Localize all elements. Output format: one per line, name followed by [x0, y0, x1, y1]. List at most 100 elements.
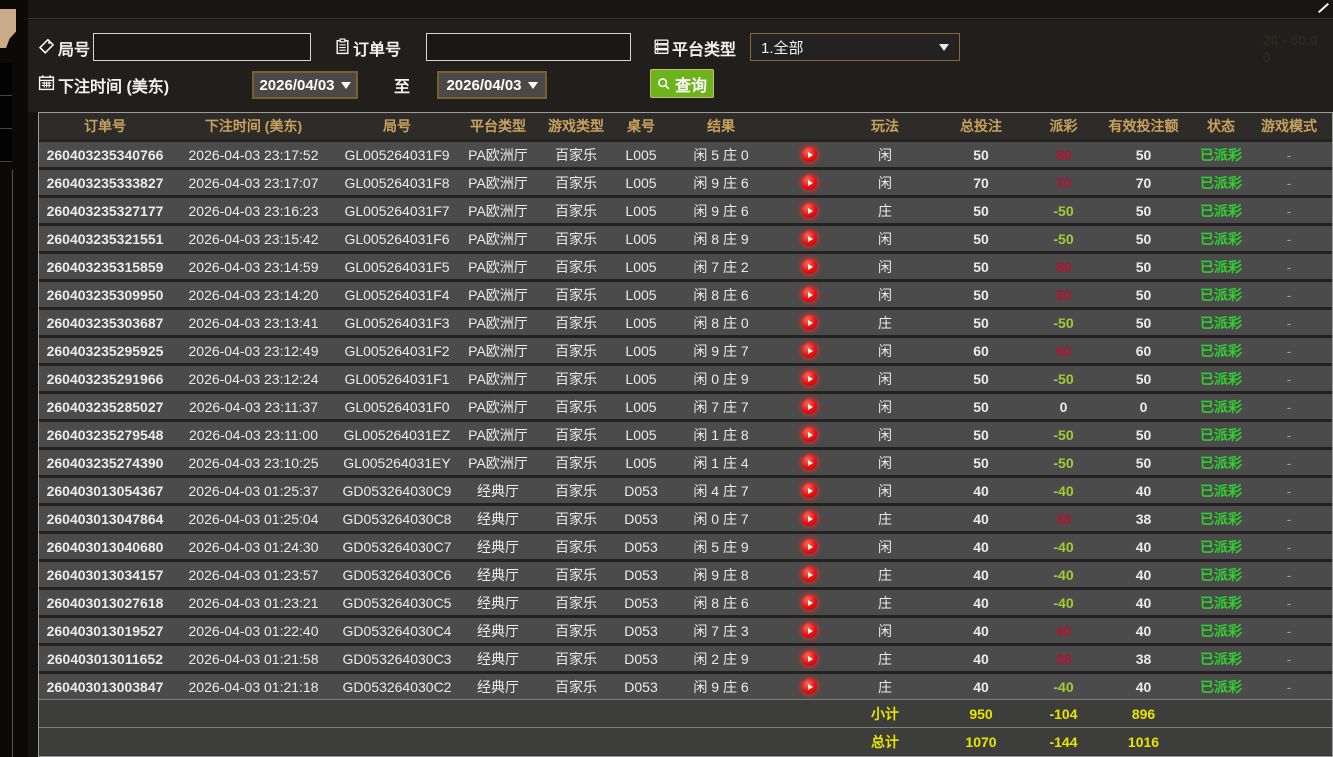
- cell-total-bet: 50: [926, 422, 1036, 447]
- cell-game-type: 百家乐: [538, 366, 614, 391]
- play-video-icon[interactable]: [802, 679, 817, 694]
- cell-valid-bet: 40: [1091, 478, 1196, 503]
- table-row: 260403013027618 2026-04-03 01:23:21 GD05…: [39, 587, 1332, 615]
- play-video-icon[interactable]: [802, 483, 817, 498]
- round-number-input[interactable]: [93, 33, 311, 61]
- cell-payout: -50: [1036, 226, 1091, 251]
- cell-game-type: 百家乐: [538, 562, 614, 587]
- date-from-picker[interactable]: 2026/04/03: [252, 71, 358, 99]
- cell-status: 已派彩: [1196, 450, 1246, 475]
- bet-time-label: 下注时间 (美东): [58, 73, 169, 97]
- date-to-picker[interactable]: 2026/04/03: [437, 71, 547, 99]
- cell-game-mode: -: [1246, 506, 1332, 531]
- play-video-icon[interactable]: [802, 595, 817, 610]
- header-order-number: 订单号: [39, 113, 171, 139]
- query-button-label: 查询: [675, 72, 707, 96]
- platform-type-select[interactable]: 1.全部: [750, 33, 960, 61]
- cell-platform: 经典厅: [458, 646, 538, 671]
- cell-result: 闲 9 庄 8: [668, 562, 774, 587]
- cell-game-mode: -: [1246, 674, 1332, 699]
- cell-total-bet: 50: [926, 282, 1036, 307]
- play-video-icon[interactable]: [802, 315, 817, 330]
- play-video-icon[interactable]: [802, 203, 817, 218]
- cell-play-type: 闲: [844, 338, 926, 363]
- cell-play-type: 庄: [844, 310, 926, 335]
- cell-valid-bet: 40: [1091, 534, 1196, 559]
- sidebar-menu-item-edge[interactable]: [0, 129, 12, 162]
- cell-total-bet: 40: [926, 506, 1036, 531]
- cell-order-number: 260403235340766: [39, 142, 171, 167]
- cell-status: 已派彩: [1196, 590, 1246, 615]
- table-row: 260403013003847 2026-04-03 01:21:18 GD05…: [39, 671, 1332, 699]
- cell-order-number: 260403013027618: [39, 590, 171, 615]
- cell-order-number: 260403235295925: [39, 338, 171, 363]
- cell-table-number: L005: [614, 226, 668, 251]
- query-button[interactable]: 查询: [650, 69, 714, 98]
- cell-round-number: GL005264031EY: [336, 450, 458, 475]
- cell-platform: PA欧洲厅: [458, 310, 538, 335]
- sidebar-menu-item-edge[interactable]: [0, 63, 12, 96]
- play-video-icon[interactable]: [802, 427, 817, 442]
- total-payout: -144: [1036, 728, 1091, 755]
- cell-payout: -40: [1036, 478, 1091, 503]
- play-video-icon[interactable]: [802, 455, 817, 470]
- play-video-icon[interactable]: [802, 343, 817, 358]
- cell-bet-time: 2026-04-03 23:14:20: [171, 282, 336, 307]
- table-row: 260403235285027 2026-04-03 23:11:37 GL00…: [39, 391, 1332, 419]
- cell-platform: 经典厅: [458, 674, 538, 699]
- cell-play-type: 闲: [844, 254, 926, 279]
- cell-play-type: 闲: [844, 366, 926, 391]
- play-video-icon[interactable]: [802, 399, 817, 414]
- play-video-icon[interactable]: [802, 259, 817, 274]
- cell-game-type: 百家乐: [538, 478, 614, 503]
- play-video-icon[interactable]: [802, 567, 817, 582]
- cell-order-number: 260403013003847: [39, 674, 171, 699]
- close-icon[interactable]: [1318, 3, 1329, 13]
- list-icon: [653, 38, 670, 56]
- play-video-icon[interactable]: [802, 287, 817, 302]
- cell-game-mode: -: [1246, 282, 1332, 307]
- table-row: 260403235309950 2026-04-03 23:14:20 GL00…: [39, 279, 1332, 307]
- cell-status: 已派彩: [1196, 198, 1246, 223]
- play-video-icon[interactable]: [802, 371, 817, 386]
- play-video-icon[interactable]: [802, 623, 817, 638]
- cell-order-number: 260403013034157: [39, 562, 171, 587]
- cell-bet-time: 2026-04-03 23:17:07: [171, 170, 336, 195]
- cell-total-bet: 50: [926, 366, 1036, 391]
- cell-play-type: 闲: [844, 142, 926, 167]
- play-video-icon[interactable]: [802, 175, 817, 190]
- sidebar-menu-item-edge[interactable]: [0, 96, 12, 129]
- cell-valid-bet: 50: [1091, 422, 1196, 447]
- cell-replay: [774, 590, 844, 615]
- cell-payout: 50: [1036, 254, 1091, 279]
- cell-platform: 经典厅: [458, 478, 538, 503]
- cell-platform: 经典厅: [458, 562, 538, 587]
- cell-bet-time: 2026-04-03 01:25:04: [171, 506, 336, 531]
- header-play-type: 玩法: [844, 113, 926, 139]
- play-video-icon[interactable]: [802, 147, 817, 162]
- cell-payout: 0: [1036, 394, 1091, 419]
- cell-total-bet: 50: [926, 394, 1036, 419]
- sidebar-pull-tab[interactable]: [0, 9, 16, 48]
- cell-result: 闲 7 庄 3: [668, 618, 774, 643]
- platform-type-value: 1.全部: [761, 37, 939, 58]
- cell-game-mode: -: [1246, 478, 1332, 503]
- play-video-icon[interactable]: [802, 651, 817, 666]
- play-video-icon[interactable]: [802, 539, 817, 554]
- cell-status: 已派彩: [1196, 226, 1246, 251]
- header-game-mode: 游戏模式: [1246, 113, 1332, 139]
- order-number-input[interactable]: [426, 33, 631, 61]
- search-icon: [657, 77, 671, 91]
- cell-valid-bet: 38: [1091, 646, 1196, 671]
- cell-replay: [774, 366, 844, 391]
- cell-order-number: 260403013019527: [39, 618, 171, 643]
- cell-round-number: GD053264030C6: [336, 562, 458, 587]
- cell-result: 闲 1 庄 4: [668, 450, 774, 475]
- cell-order-number: 260403235321551: [39, 226, 171, 251]
- cell-table-number: D053: [614, 674, 668, 699]
- filter-row-2: 下注时间 (美东) 2026/04/03 至 2026/04/03 查询: [38, 69, 1318, 99]
- date-to-value: 2026/04/03: [446, 77, 521, 94]
- play-video-icon[interactable]: [802, 231, 817, 246]
- cell-total-bet: 50: [926, 310, 1036, 335]
- play-video-icon[interactable]: [802, 511, 817, 526]
